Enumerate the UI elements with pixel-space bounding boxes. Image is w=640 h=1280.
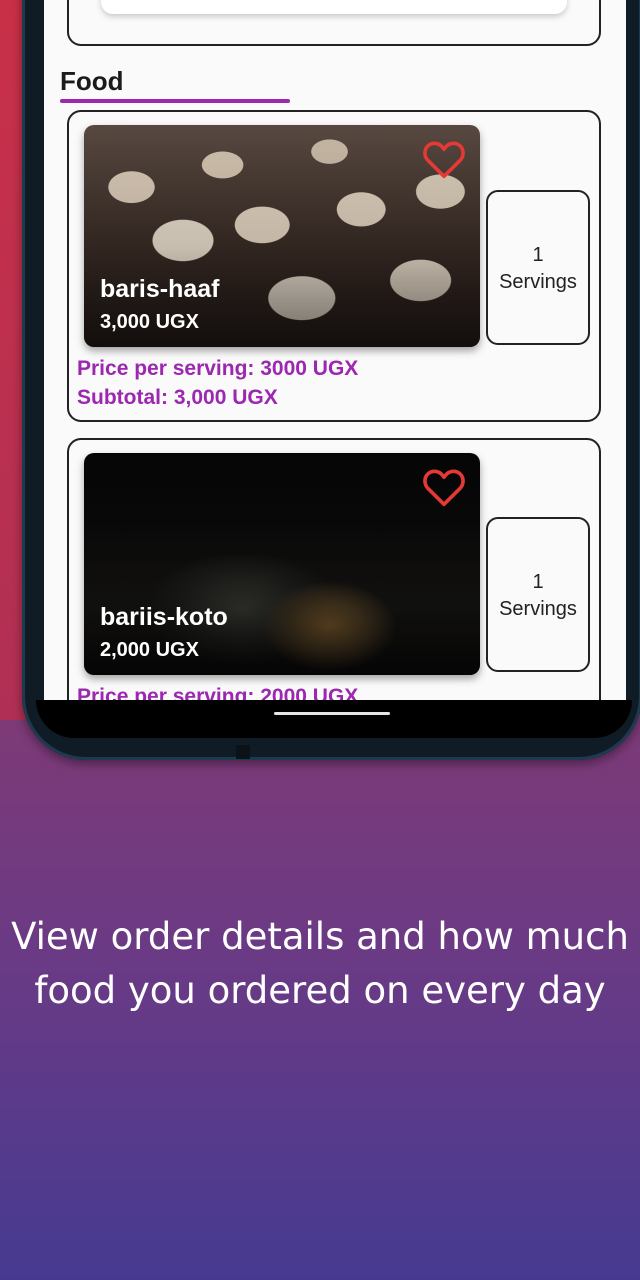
food-image[interactable]: bariis-koto 2,000 UGX [84, 453, 480, 675]
subtotal: Subtotal: 3,000 UGX [77, 386, 278, 409]
promo-caption: View order details and how much food you… [11, 915, 629, 1012]
price-per-serving: Price per serving: 2000 UGX [77, 685, 359, 700]
section-title: Food [60, 66, 124, 96]
servings-count: 1 [532, 571, 544, 593]
price-per-serving: Price per serving: 3000 UGX [77, 357, 359, 380]
phone-side-button [236, 745, 250, 759]
food-card[interactable]: bariis-koto 2,000 UGX 1 Servings Price p… [67, 438, 601, 700]
servings-label: Servings [499, 598, 577, 620]
heart-outline-icon[interactable] [422, 467, 466, 507]
previous-order-card [67, 0, 601, 46]
servings-count: 1 [532, 244, 544, 266]
app-screen: Food baris-haaf 3,000 UGX 1 Servings Pri… [44, 0, 626, 700]
servings-box[interactable]: 1 Servings [486, 517, 590, 672]
section-underline [60, 99, 290, 103]
food-name: baris-haaf [100, 275, 220, 303]
food-image[interactable]: baris-haaf 3,000 UGX [84, 125, 480, 347]
previous-card-panel [101, 0, 567, 14]
food-price: 2,000 UGX [100, 639, 199, 661]
home-indicator[interactable] [274, 712, 390, 715]
phone-bezel-bottom [36, 700, 632, 738]
servings-label: Servings [499, 271, 577, 293]
food-price: 3,000 UGX [100, 311, 199, 333]
food-name: bariis-koto [100, 603, 228, 631]
food-card[interactable]: baris-haaf 3,000 UGX 1 Servings Price pe… [67, 110, 601, 422]
heart-outline-icon[interactable] [422, 139, 466, 179]
servings-box[interactable]: 1 Servings [486, 190, 590, 345]
